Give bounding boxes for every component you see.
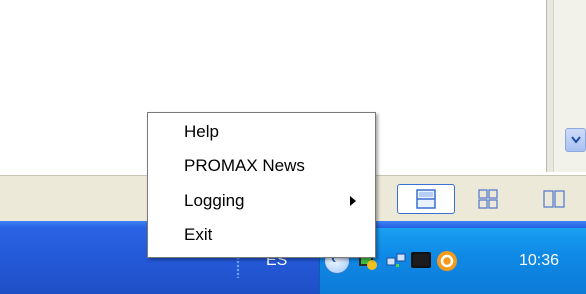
window-edge <box>546 0 553 172</box>
scroll-down-button[interactable] <box>565 128 586 152</box>
single-view-button[interactable] <box>397 184 455 214</box>
submenu-arrow-icon <box>350 196 356 206</box>
grid-view-icon <box>478 189 498 209</box>
clock[interactable]: 10:36 <box>519 252 559 270</box>
menu-item-exit[interactable]: Exit <box>184 225 212 245</box>
single-view-icon <box>416 189 436 209</box>
menu-item-help[interactable]: Help <box>184 122 219 142</box>
orange-app-icon[interactable] <box>436 250 458 272</box>
network-icon[interactable] <box>385 250 407 272</box>
dual-view-icon <box>543 190 565 208</box>
dual-view-button[interactable] <box>532 184 586 214</box>
menu-item-promax-news[interactable]: PROMAX News <box>184 156 305 176</box>
menu-item-logging[interactable]: Logging <box>184 191 245 211</box>
grid-view-button[interactable] <box>468 184 508 214</box>
context-menu: Help PROMAX News Logging Exit <box>147 112 376 258</box>
monitor-icon[interactable] <box>410 250 432 272</box>
chevron-down-icon <box>571 136 581 144</box>
